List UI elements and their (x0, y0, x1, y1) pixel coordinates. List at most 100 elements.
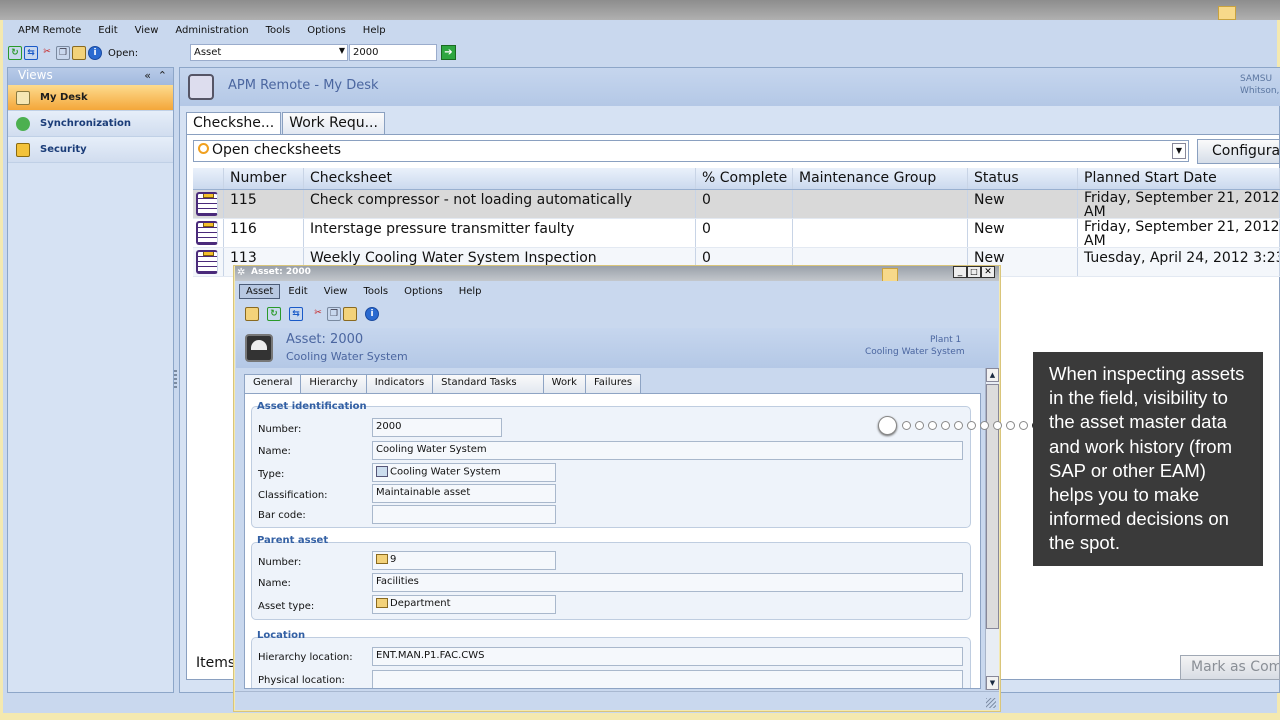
table-row[interactable]: 116 Interstage pressure transmitter faul… (193, 219, 1280, 248)
menu-view[interactable]: View (324, 284, 348, 299)
menu-apm-remote[interactable]: APM Remote (18, 25, 81, 39)
menu-tools[interactable]: Tools (363, 284, 388, 299)
nav-item-security[interactable]: Security (8, 137, 173, 163)
copy-icon[interactable]: ❐ (327, 307, 341, 321)
menu-help[interactable]: Help (363, 25, 386, 39)
configuration-button[interactable]: Configurati (1197, 139, 1280, 164)
collapse-icon[interactable]: « (144, 69, 151, 82)
tab-general[interactable]: General (244, 374, 302, 394)
start-line-1: Friday, September 21, 2012 11: (1084, 219, 1280, 235)
info-icon[interactable]: i (88, 46, 102, 60)
info-icon[interactable]: i (365, 307, 379, 321)
cut-icon[interactable]: ✂ (311, 307, 325, 321)
col-maintenance-group[interactable]: Maintenance Group (793, 168, 968, 189)
cell-group (793, 190, 968, 218)
menu-options[interactable]: Options (404, 284, 443, 299)
table-row[interactable]: 115 Check compressor - not loading autom… (193, 190, 1280, 219)
paste-icon[interactable] (72, 46, 86, 60)
menu-edit[interactable]: Edit (288, 284, 307, 299)
nav-item-synchronization[interactable]: Synchronization (8, 111, 173, 137)
filter-select[interactable]: Open checksheets ▼ (193, 140, 1189, 162)
splitter-handle[interactable] (174, 370, 177, 390)
name-label: Name: (258, 446, 291, 457)
cell-status: New (968, 219, 1078, 247)
lock-icon (16, 142, 30, 157)
parent-type-field[interactable]: Department (372, 595, 556, 614)
callout-dot (967, 421, 976, 430)
chevron-up-icon[interactable]: ⌃ (158, 69, 167, 82)
cell-group (793, 219, 968, 247)
col-complete[interactable]: % Complete (696, 168, 793, 189)
refresh-icon[interactable]: ↻ (8, 46, 22, 60)
parent-type-value: Department (390, 598, 451, 609)
physical-location-field[interactable] (372, 670, 963, 688)
asset-type-value: Cooling Water System (390, 466, 501, 478)
mark-complete-button[interactable]: Mark as Comp (1180, 655, 1280, 680)
tab-standard-tasks[interactable]: Standard Tasks (432, 374, 544, 393)
sync-icon[interactable]: ⇆ (289, 307, 303, 321)
menu-tools[interactable]: Tools (266, 25, 291, 39)
col-planned-start[interactable]: Planned Start Date (1078, 168, 1280, 189)
sync-icon[interactable]: ⇆ (24, 46, 38, 60)
menu-view[interactable]: View (135, 25, 159, 39)
parent-name-label: Name: (258, 578, 291, 589)
asset-name-field[interactable]: Cooling Water System (372, 441, 963, 460)
cell-checksheet: Interstage pressure transmitter faulty (304, 219, 696, 247)
col-icon (193, 168, 224, 189)
restore-icon[interactable] (1218, 6, 1236, 20)
dropdown-arrow-icon[interactable]: ▼ (339, 46, 345, 55)
tab-work[interactable]: Work (542, 374, 586, 393)
general-tab-content: Asset identification Number: 2000 Name: … (244, 393, 981, 689)
open-folder-icon[interactable] (245, 307, 259, 321)
parent-name-field[interactable]: Facilities (372, 573, 963, 592)
paste-icon[interactable] (343, 307, 357, 321)
scroll-down-icon[interactable]: ▼ (986, 676, 999, 690)
classification-field[interactable]: Maintainable asset (372, 484, 556, 503)
minimize-icon[interactable]: _ (953, 266, 967, 278)
menu-asset[interactable]: Asset (239, 284, 281, 299)
maximize-icon[interactable]: □ (967, 266, 981, 278)
tab-failures[interactable]: Failures (584, 374, 642, 393)
asset-number-field[interactable]: 2000 (372, 418, 502, 437)
callout-dot (902, 421, 911, 430)
type-icon (376, 466, 388, 477)
tab-hierarchy[interactable]: Hierarchy (300, 374, 367, 393)
barcode-field[interactable] (372, 505, 556, 524)
cell-start: Tuesday, April 24, 2012 3:23:5 (1078, 248, 1280, 276)
menu-administration[interactable]: Administration (175, 25, 248, 39)
col-checksheet[interactable]: Checksheet (304, 168, 696, 189)
menu-help[interactable]: Help (459, 284, 482, 299)
open-value-input[interactable]: 2000 (349, 44, 437, 61)
filter-value: Open checksheets (212, 142, 342, 158)
views-header: Views « ⌃ (8, 68, 173, 85)
menu-edit[interactable]: Edit (98, 25, 117, 39)
menu-options[interactable]: Options (307, 25, 346, 39)
tab-checksheets[interactable]: Checkshe... (186, 112, 282, 134)
nav-item-my-desk[interactable]: My Desk (8, 85, 173, 111)
grid-header: Number Checksheet % Complete Maintenance… (193, 168, 1280, 190)
tab-work-requests[interactable]: Work Requ... (282, 112, 385, 134)
col-status[interactable]: Status (968, 168, 1078, 189)
hierarchy-location-field[interactable]: ENT.MAN.P1.FAC.CWS (372, 647, 963, 666)
tab-indicators[interactable]: Indicators (365, 374, 434, 393)
copy-icon[interactable]: ❐ (56, 46, 70, 60)
resize-grip-icon[interactable] (986, 698, 996, 708)
scroll-up-icon[interactable]: ▲ (986, 368, 999, 382)
parent-number-field[interactable]: 9 (372, 551, 556, 570)
dropdown-arrow-icon[interactable]: ▼ (1172, 143, 1186, 159)
close-icon[interactable]: ✕ (981, 266, 995, 278)
hierarchy-location-label: Hierarchy location: (258, 652, 353, 663)
user-line-1: SAMSU (1240, 74, 1273, 84)
start-line-2: AM (1084, 233, 1106, 247)
asset-scrollbar[interactable]: ▲ ▼ (985, 368, 999, 690)
col-number[interactable]: Number (224, 168, 304, 189)
open-type-select[interactable]: Asset ▼ (190, 44, 348, 61)
physical-location-label: Physical location: (258, 675, 345, 686)
refresh-icon[interactable]: ↻ (267, 307, 281, 321)
desk-icon (188, 74, 214, 100)
nav-item-label: Security (40, 144, 87, 155)
go-button[interactable]: ➔ (441, 45, 456, 60)
cut-icon[interactable]: ✂ (40, 46, 54, 60)
restore-icon[interactable] (882, 268, 898, 282)
asset-type-field[interactable]: Cooling Water System (372, 463, 556, 482)
